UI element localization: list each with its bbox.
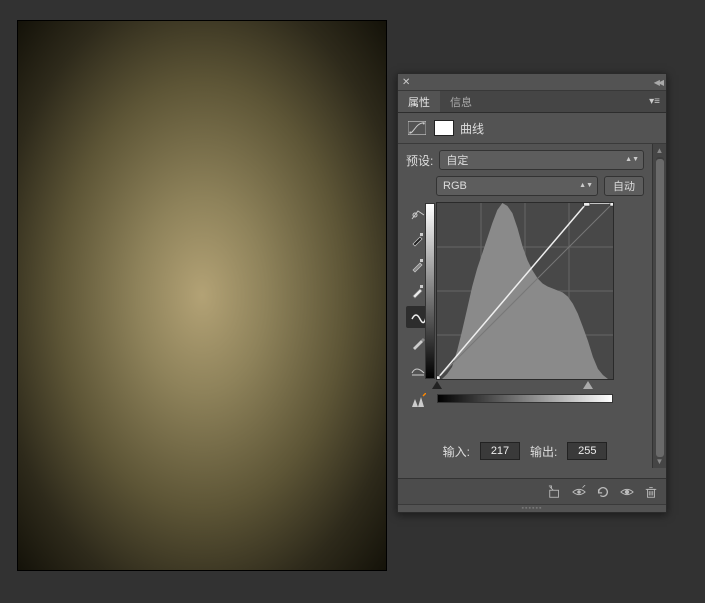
input-field[interactable]: 217 xyxy=(480,442,520,460)
channel-value: RGB xyxy=(443,180,467,192)
histogram-clip-icon[interactable] xyxy=(406,390,430,412)
panel-scrollbar[interactable]: ▲ ▼ xyxy=(652,144,666,468)
output-field[interactable]: 255 xyxy=(567,442,607,460)
curve-point[interactable] xyxy=(610,203,613,206)
black-point-handle[interactable] xyxy=(432,381,442,389)
close-icon[interactable]: ✕ xyxy=(402,77,410,88)
tab-properties[interactable]: 属性 xyxy=(398,91,440,112)
panel-titlebar: ✕ ◀◀ xyxy=(398,74,666,91)
input-slider[interactable] xyxy=(437,381,613,391)
curve-point[interactable] xyxy=(584,203,590,206)
auto-button[interactable]: 自动 xyxy=(604,176,644,196)
adjustment-type-label: 曲线 xyxy=(460,120,484,137)
chevron-updown-icon: ▲▼ xyxy=(579,183,593,189)
document-canvas[interactable] xyxy=(17,20,387,571)
preset-value: 自定 xyxy=(446,152,468,168)
panel-footer xyxy=(398,478,666,504)
reset-icon[interactable] xyxy=(596,485,610,499)
visibility-icon[interactable] xyxy=(620,485,634,499)
curve-point[interactable] xyxy=(437,376,440,379)
panel-menu-icon[interactable]: ▾≡ xyxy=(649,96,660,107)
resize-grip[interactable]: ▪▪▪▪▪▪ xyxy=(398,504,666,512)
white-point-handle[interactable] xyxy=(583,381,593,389)
output-label: 输出: xyxy=(530,443,557,460)
trash-icon[interactable] xyxy=(644,485,658,499)
preset-select[interactable]: 自定 ▲▼ xyxy=(439,150,644,170)
tab-info[interactable]: 信息 xyxy=(440,91,482,112)
properties-panel: ✕ ◀◀ 属性 信息 ▾≡ 曲线 预设: 自定 ▲▼ RGB ▲▼ xyxy=(397,73,667,513)
mask-thumbnail[interactable] xyxy=(434,120,454,136)
view-previous-icon[interactable] xyxy=(572,485,586,499)
scroll-up-icon[interactable]: ▲ xyxy=(656,144,664,157)
clip-to-layer-icon[interactable] xyxy=(548,485,562,499)
output-gradient xyxy=(425,203,435,379)
curves-graph[interactable] xyxy=(436,202,614,380)
panel-tabs: 属性 信息 ▾≡ xyxy=(398,91,666,113)
chevron-updown-icon: ▲▼ xyxy=(625,157,639,163)
preset-label: 预设: xyxy=(406,152,433,169)
channel-select[interactable]: RGB ▲▼ xyxy=(436,176,598,196)
adjustment-type-row: 曲线 xyxy=(398,113,666,144)
curves-adjustment-icon xyxy=(406,119,428,137)
input-label: 输入: xyxy=(443,443,470,460)
input-gradient xyxy=(437,394,613,403)
collapse-icon[interactable]: ◀◀ xyxy=(654,78,662,87)
